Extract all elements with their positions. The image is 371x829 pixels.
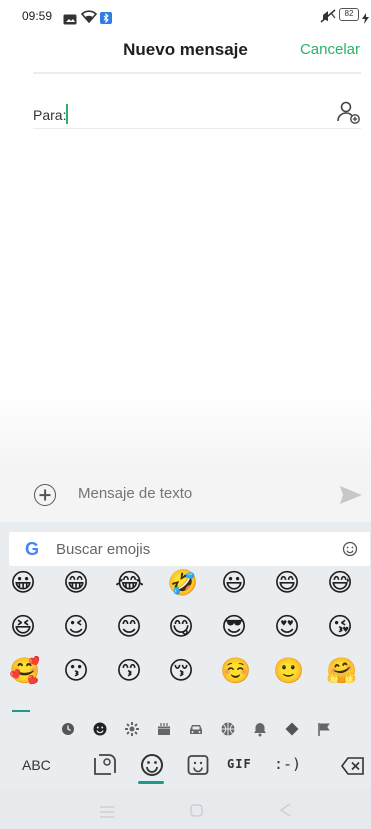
food-icon[interactable]: [156, 721, 172, 737]
emoji-key[interactable]: 🤗: [326, 657, 357, 685]
attach-plus-icon[interactable]: [34, 484, 56, 506]
wifi-icon: [80, 8, 98, 27]
content-area-fade: [0, 390, 371, 470]
emoji-key[interactable]: ☺️: [220, 657, 251, 685]
emoji-key[interactable]: 😎: [220, 613, 248, 641]
emoji-key[interactable]: 😃: [220, 569, 248, 597]
emoji-key[interactable]: 😋: [167, 613, 195, 641]
emoticon-icon[interactable]: [342, 541, 358, 557]
mute-icon: [320, 8, 337, 27]
bitmoji-icon[interactable]: [186, 752, 210, 778]
recipient-label: Para:: [33, 107, 67, 123]
sticker-icon[interactable]: [92, 752, 118, 778]
emoji-key[interactable]: 😉: [62, 613, 90, 641]
abc-keyboard-button[interactable]: ABC: [22, 757, 51, 773]
emoji-key[interactable]: 😅: [326, 569, 354, 597]
message-input[interactable]: [78, 485, 328, 502]
cancel-button[interactable]: Cancelar: [300, 41, 360, 58]
header-divider: [33, 72, 361, 74]
emoji-key[interactable]: 😘: [326, 613, 354, 641]
battery-icon: 82: [339, 8, 359, 21]
emoji-scroll-indicator: [12, 710, 30, 712]
recent-icon[interactable]: [60, 721, 76, 737]
emoji-key[interactable]: 😁: [62, 569, 90, 597]
emoji-key[interactable]: 😆: [9, 613, 37, 641]
charging-icon: [362, 9, 369, 28]
emoji-key[interactable]: 🤣: [167, 569, 198, 597]
backspace-icon[interactable]: [341, 757, 365, 775]
status-bar: 09:59 82: [0, 0, 371, 28]
menu-icon[interactable]: [100, 803, 114, 822]
back-icon[interactable]: [279, 802, 291, 821]
emoji-key[interactable]: 😙: [115, 657, 143, 685]
recipient-divider: [33, 128, 361, 129]
emoji-key[interactable]: 😊: [115, 613, 143, 641]
smileys-icon[interactable]: [92, 721, 108, 737]
emoji-search-input[interactable]: Buscar emojis: [56, 541, 150, 558]
flags-icon[interactable]: [316, 721, 332, 737]
home-icon[interactable]: [190, 802, 203, 821]
activities-icon[interactable]: [220, 721, 236, 737]
emoji-tab-underline: [138, 781, 164, 784]
send-icon[interactable]: [339, 485, 363, 505]
emoji-key[interactable]: 😀: [9, 569, 37, 597]
bluetooth-app-icon: [100, 9, 112, 28]
emoticon-button[interactable]: :-): [274, 755, 301, 781]
gallery-icon: [63, 10, 77, 29]
nature-icon[interactable]: [124, 721, 140, 737]
symbols-icon[interactable]: [284, 721, 300, 737]
recipient-input-cursor[interactable]: [66, 104, 68, 124]
emoji-key[interactable]: 😗: [62, 657, 90, 685]
status-time: 09:59: [22, 9, 53, 23]
google-logo: G: [25, 539, 40, 559]
emoji-tab-icon[interactable]: [139, 752, 165, 778]
travel-icon[interactable]: [188, 721, 204, 737]
emoji-key[interactable]: 😍: [273, 613, 301, 641]
objects-icon[interactable]: [252, 721, 268, 737]
emoji-key[interactable]: 😂: [115, 569, 144, 597]
system-nav-bar: [0, 789, 371, 829]
emoji-key[interactable]: 🥰: [9, 657, 40, 685]
gif-button[interactable]: GIF: [227, 757, 252, 783]
emoji-key[interactable]: 😚: [167, 657, 195, 685]
emoji-key[interactable]: 😄: [273, 569, 301, 597]
emoji-key[interactable]: 🙂: [273, 657, 304, 685]
add-contact-icon[interactable]: [336, 98, 362, 126]
